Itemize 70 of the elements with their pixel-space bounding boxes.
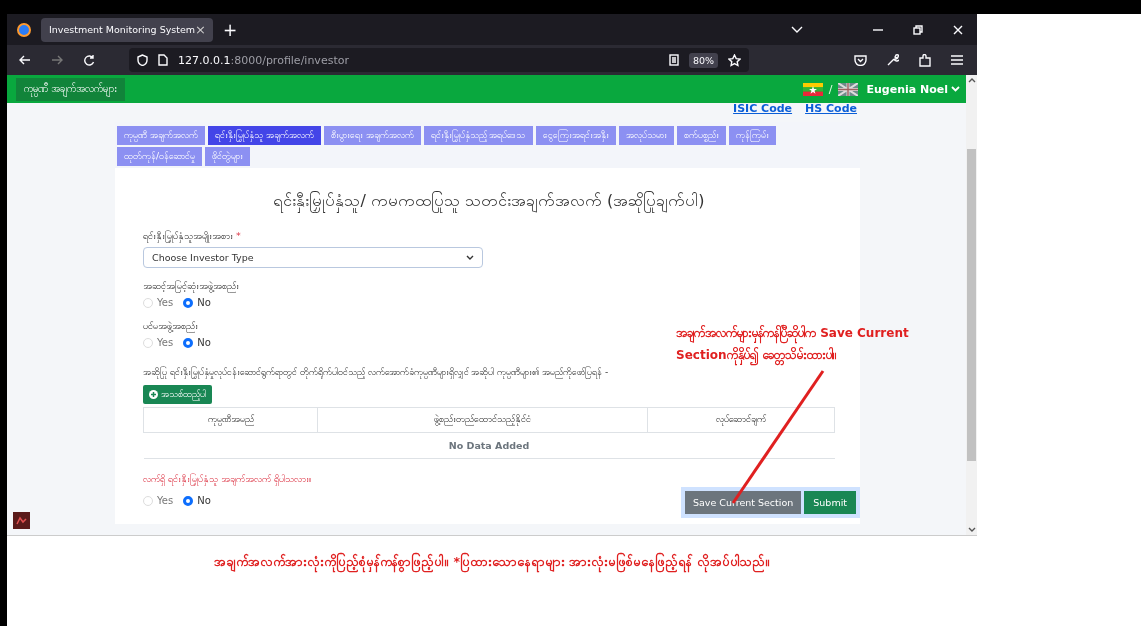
- form-tab[interactable]: ထုတ်ကုန်/ဝန်ဆောင်မှု: [117, 147, 203, 166]
- form-tab[interactable]: ငွေကြေးအရင်းအနှီး: [535, 126, 616, 145]
- form-tab[interactable]: စီးပွားရေး အချက်အလက်: [323, 126, 421, 145]
- radio-option[interactable]: Yes: [143, 297, 174, 308]
- chevron-down-icon: [951, 86, 960, 92]
- shield-icon: [137, 54, 148, 66]
- chevron-down-icon[interactable]: [791, 25, 803, 34]
- radio-button[interactable]: [183, 337, 194, 348]
- form-tab[interactable]: ကုမ္ပဏီ အချက်အလက်: [117, 126, 205, 145]
- close-icon[interactable]: [953, 24, 963, 35]
- reader-view-icon[interactable]: [668, 54, 679, 66]
- column-header: လုပ်ဆောင်ချက်: [647, 407, 835, 433]
- restore-icon[interactable]: [913, 24, 923, 35]
- radio-option[interactable]: No: [183, 297, 211, 308]
- instruction-text: အဆိုပြု ရင်းနှီးမြှုပ်နှံမှုလုပ်ငန်းဆောင်ရွက်ရာတွင် တိုက်ရိုက်ပါဝင်သည့် လက်အောက်ခံကုမ္ပဏီများရှိလျှင် အဆိုပါ ကုမ္ပဏီများ၏ အမည်ကိုဖော်ပြရန် -: [143, 366, 610, 379]
- radio-option[interactable]: No: [183, 495, 211, 506]
- scroll-up-icon[interactable]: [967, 78, 976, 83]
- form-tab[interactable]: ကုန်ကြမ်း: [728, 126, 776, 145]
- investor-type-select[interactable]: Choose Investor Type: [143, 247, 483, 268]
- scroll-down-icon[interactable]: [967, 527, 976, 532]
- form-tab[interactable]: စက်ပစ္စည်း: [676, 126, 726, 145]
- field-label: လက်ရှိ ရင်းနှီးမြှုပ်နှံသူ အချက်အလက် ရှိပါသလား။: [143, 473, 313, 487]
- url-text: 127.0.0.1:8000/profile/investor: [178, 53, 349, 67]
- annotation-note: အချက်အလက်များမှန်ကန်ပြီဆိုပါက Save Current Sectionကိုနှိပ်၍ ခေတ္တသိမ်းထားပါ။: [676, 322, 966, 366]
- new-tab-button[interactable]: +: [223, 19, 238, 40]
- radio-button[interactable]: [183, 495, 194, 506]
- pocket-icon[interactable]: [854, 54, 867, 66]
- chevron-down-icon: [466, 255, 474, 260]
- close-tab-icon[interactable]: ×: [195, 22, 206, 37]
- plus-circle-icon: [149, 390, 158, 399]
- star-icon[interactable]: [728, 53, 741, 67]
- wrench-icon[interactable]: [887, 54, 899, 66]
- empty-table-message: No Data Added: [143, 432, 835, 459]
- firefox-icon[interactable]: [17, 22, 31, 37]
- user-menu[interactable]: Eugenia Noel: [866, 82, 960, 96]
- field-label: အဆင့်အမြင့်ဆုံးအဖွဲ့အစည်း: [143, 280, 240, 294]
- save-section-button[interactable]: Save Current Section: [684, 491, 802, 514]
- radio-option[interactable]: Yes: [143, 337, 174, 348]
- section-title: ရင်းနှီးမြှုပ်နှံသူ/ ကမကထပြုသူ သတင်းအချက်အလက် (အဆိုပြုချက်ပါ): [143, 190, 835, 214]
- browser-tab[interactable]: Investment Monitoring System×: [41, 17, 213, 42]
- address-bar[interactable]: 127.0.0.1:8000/profile/investor 80%: [129, 48, 749, 72]
- page-icon: [158, 54, 168, 66]
- field-label: ရင်းနှီးမြှုပ်နှံသူအမျိုးအစား *: [143, 230, 242, 244]
- reload-icon[interactable]: [83, 54, 95, 66]
- column-header: ဖွဲ့စည်းတည်ထောင်သည့်နိုင်ငံ: [317, 407, 648, 433]
- instruction-caption: အချက်အလက်အားလုံးကိုပြည့်စုံမှန်ကန်စွာဖြည့်ပါ။ *ပြထားသောနေရာများ အားလုံးမဖြစ်မနေဖြည့်ရန် လိုအပ်ပါသည်။: [7, 535, 977, 572]
- app-thumbnail-icon[interactable]: [13, 512, 30, 529]
- forward-icon: [51, 55, 63, 65]
- radio-button[interactable]: [183, 297, 194, 308]
- puzzle-icon[interactable]: [919, 53, 931, 67]
- flag-icon[interactable]: [838, 82, 859, 96]
- form-tab[interactable]: ရင်းနှီးမြှုပ်နှံသူ အချက်အလက်: [207, 126, 321, 145]
- zoom-level[interactable]: 80%: [688, 52, 718, 68]
- code-link[interactable]: ISIC Code: [733, 103, 793, 117]
- scrollbar-thumb[interactable]: [967, 149, 976, 461]
- code-link[interactable]: HS Code: [805, 103, 857, 117]
- flag-icon[interactable]: [802, 82, 823, 96]
- radio-option[interactable]: No: [183, 337, 211, 348]
- minimize-icon[interactable]: [873, 28, 883, 31]
- language-separator: /: [828, 82, 833, 96]
- form-tab[interactable]: ဖိုင်တွဲများ: [205, 147, 251, 166]
- radio-option[interactable]: Yes: [143, 495, 174, 506]
- column-header: ကုမ္ပဏီအမည်: [143, 407, 318, 433]
- add-button[interactable]: အသစ်ထည့်ပါ: [143, 385, 212, 404]
- submit-button[interactable]: Submit: [804, 491, 856, 514]
- company-info-button[interactable]: ကုမ္ပဏီ အချက်အလက်များ: [16, 77, 126, 101]
- form-tab[interactable]: ရင်းနှီးမြှုပ်နှံသည့် အရပ်ဒေသ: [423, 126, 533, 145]
- form-tab[interactable]: အလုပ်သမား: [618, 126, 674, 145]
- back-icon[interactable]: [19, 55, 31, 65]
- menu-icon[interactable]: [951, 55, 963, 65]
